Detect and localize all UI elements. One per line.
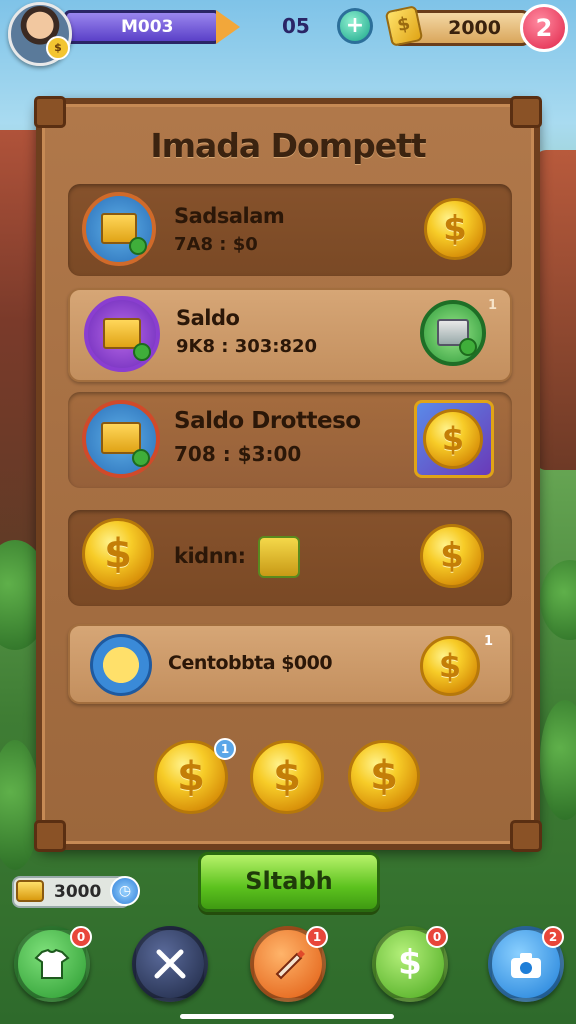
row-title: Centobbta $000 bbox=[168, 652, 333, 674]
gold-amount: 2000 bbox=[448, 17, 501, 39]
avatar-badge: $ bbox=[46, 36, 70, 60]
coin-icon: $ bbox=[424, 198, 486, 260]
coin-card: $ bbox=[414, 400, 494, 478]
nav-badge: 0 bbox=[70, 926, 92, 948]
add-button[interactable]: + bbox=[337, 8, 373, 44]
name-arrow-icon bbox=[216, 10, 240, 44]
chest-icon bbox=[84, 296, 160, 372]
home-indicator bbox=[180, 1014, 394, 1019]
background-plant bbox=[540, 560, 576, 640]
chest-icon bbox=[82, 400, 160, 478]
reward-coin-badge: 1 bbox=[214, 738, 236, 760]
nav-battle-button[interactable] bbox=[132, 926, 208, 1002]
wallet-row[interactable]: Centobbta $000 $ 1 bbox=[68, 624, 512, 704]
notification-badge[interactable]: 2 bbox=[520, 4, 568, 52]
panel-corner bbox=[34, 820, 66, 852]
coin-icon: $ bbox=[423, 409, 483, 469]
camera-icon bbox=[511, 953, 541, 978]
brush-icon bbox=[275, 950, 305, 980]
player-level: 05 bbox=[282, 14, 310, 38]
wallet-row[interactable]: Sadsalam 7A8 : $0 $ bbox=[68, 184, 512, 276]
row-subtitle: 9K8 : 303:820 bbox=[176, 336, 318, 357]
row-subtitle: 7A8 : $0 bbox=[174, 234, 258, 255]
nav-badge: 1 bbox=[306, 926, 328, 948]
wallet-panel: Imada Dompett Sadsalam 7A8 : $0 $ Saldo … bbox=[34, 96, 542, 852]
dollar-icon: $ bbox=[398, 943, 422, 983]
nav-badge: 2 bbox=[542, 926, 564, 948]
reward-coin[interactable]: $ bbox=[250, 740, 324, 814]
background-plant bbox=[0, 740, 40, 870]
panel-corner bbox=[510, 96, 542, 128]
row-title: kidnn: bbox=[174, 544, 246, 568]
balance-amount: 3000 bbox=[54, 882, 102, 902]
row-badge: 1 bbox=[484, 634, 494, 649]
swords-icon bbox=[154, 949, 186, 979]
row-badge: 1 bbox=[488, 298, 498, 313]
wallet-row[interactable]: $ kidnn: $ bbox=[68, 510, 512, 606]
coin-icon: $ bbox=[420, 636, 480, 696]
background-plant bbox=[540, 700, 576, 820]
panel-corner bbox=[510, 820, 542, 852]
player-name-bar[interactable]: M003 bbox=[64, 10, 220, 44]
coin-icon: $ bbox=[82, 518, 154, 590]
wallet-row[interactable]: Saldo Drotteso 708 : $3:00 $ bbox=[68, 392, 512, 488]
wallet-row[interactable]: Saldo 9K8 : 303:820 1 bbox=[68, 288, 512, 382]
row-title: Saldo bbox=[176, 306, 240, 330]
row-title: Sadsalam bbox=[174, 204, 285, 228]
token-icon bbox=[90, 634, 152, 696]
player-name: M003 bbox=[121, 17, 174, 37]
top-bar: M003 $ 05 + 2000 $ 2 bbox=[0, 0, 576, 66]
clock-icon[interactable]: ◷ bbox=[110, 876, 140, 906]
panel-corner bbox=[34, 96, 66, 128]
background-roof-right bbox=[536, 150, 576, 470]
row-subtitle: 708 : $3:00 bbox=[174, 442, 302, 466]
cash-icon bbox=[420, 300, 486, 366]
coin-stack-icon bbox=[16, 880, 44, 902]
row-title: Saldo Drotteso bbox=[174, 408, 361, 434]
reward-coin[interactable]: $ bbox=[348, 740, 420, 812]
chest-icon bbox=[82, 192, 156, 266]
panel-title: Imada Dompett bbox=[150, 126, 426, 165]
gift-icon bbox=[258, 536, 300, 578]
shirt-icon bbox=[34, 948, 70, 979]
confirm-button[interactable]: Sltabh bbox=[198, 852, 380, 912]
nav-badge: 0 bbox=[426, 926, 448, 948]
coin-icon: $ bbox=[420, 524, 484, 588]
